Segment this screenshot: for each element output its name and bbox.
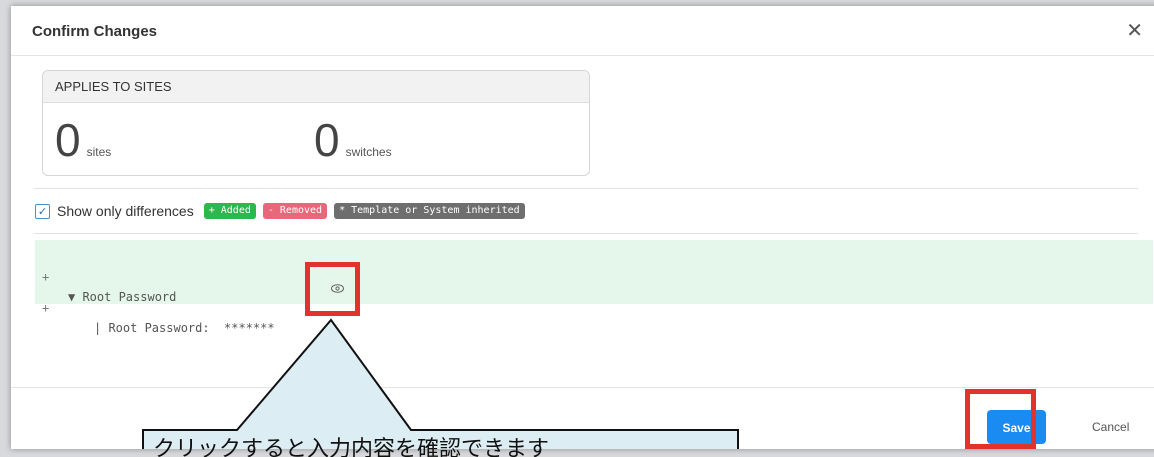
divider	[34, 188, 1138, 189]
highlight-box-eye	[305, 262, 360, 316]
diff-line: + | Root Password: *******	[35, 278, 275, 335]
applies-to-sites-header: APPLIES TO SITES	[43, 71, 589, 103]
show-differences-checkbox[interactable]: ✓	[35, 203, 50, 219]
diff-sign: +	[42, 301, 50, 315]
sites-unit: sites	[86, 145, 112, 159]
divider	[34, 233, 1138, 234]
diff-content: | Root Password: *******	[94, 321, 275, 335]
show-differences-label[interactable]: Show only differences	[57, 203, 194, 219]
diff-filter-row: ✓ Show only differences + Added - Remove…	[35, 202, 532, 220]
sites-count: 0	[55, 114, 81, 166]
sites-stat: 0 sites	[55, 112, 111, 168]
close-icon[interactable]: ✕	[1126, 18, 1143, 43]
removed-badge: - Removed	[262, 203, 328, 219]
switches-unit: switches	[345, 145, 392, 159]
confirm-changes-modal: Confirm Changes ✕ APPLIES TO SITES 0 site…	[11, 6, 1154, 449]
applies-to-sites-panel: APPLIES TO SITES 0 sites 0 switches	[42, 70, 590, 176]
callout-text: クリックすると入力内容を確認できます	[153, 437, 550, 457]
diff-content[interactable]: ▼ Root Password	[68, 287, 176, 307]
highlight-box-save	[965, 389, 1036, 449]
footer-divider	[11, 387, 1154, 388]
switches-stat: 0 switches	[314, 112, 392, 168]
modal-title: Confirm Changes	[32, 23, 158, 40]
switches-count: 0	[314, 114, 340, 166]
diff-block: + ▼ Root Password + | Root Password: ***…	[35, 240, 1153, 335]
cancel-button[interactable]: Cancel	[1092, 410, 1129, 444]
added-badge: + Added	[203, 203, 256, 219]
diff-line: + ▼ Root Password	[35, 247, 176, 304]
modal-header: Confirm Changes ✕	[11, 6, 1154, 56]
inherited-badge: * Template or System inherited	[334, 203, 525, 219]
